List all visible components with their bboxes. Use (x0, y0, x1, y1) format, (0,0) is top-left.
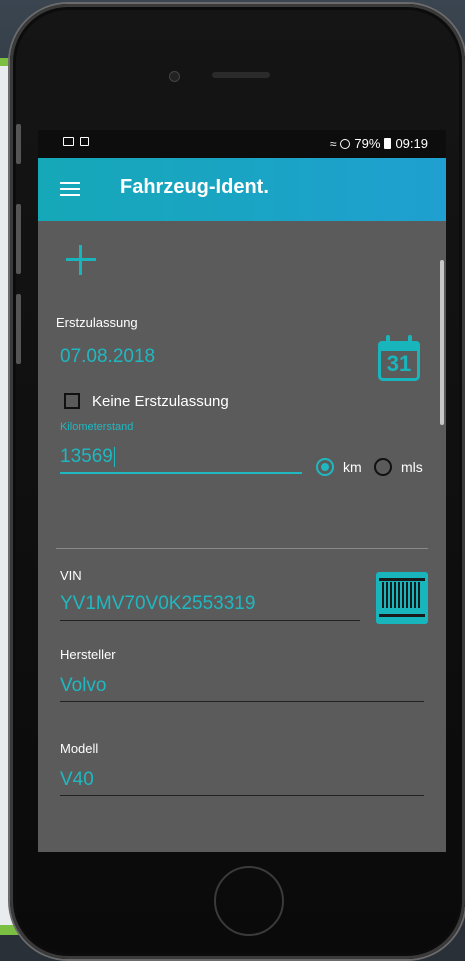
vin-value[interactable]: YV1MV70V0K2553319 (60, 593, 255, 615)
phone-silent-switch (16, 124, 21, 164)
calendar-icon[interactable]: 31 (378, 335, 426, 383)
app-screen: ≈ 79% 09:19 Fahrzeug-Ident. Erstzulassun… (38, 130, 446, 852)
status-bar: ≈ 79% 09:19 (38, 130, 446, 158)
phone-volume-down (16, 294, 21, 364)
unit-km-radio[interactable] (316, 458, 334, 476)
keine-erstzulassung-checkbox[interactable] (64, 393, 80, 409)
kilometerstand-label: Kilometerstand (60, 421, 134, 433)
front-camera (169, 71, 180, 82)
add-icon[interactable] (66, 245, 96, 275)
hamburger-menu-icon[interactable] (60, 182, 80, 196)
vin-underline (60, 620, 360, 621)
battery-icon (384, 138, 392, 149)
clock: 09:19 (395, 136, 428, 151)
text-caret (113, 446, 116, 467)
unit-mls-label[interactable]: mls (401, 459, 423, 475)
unit-mls-radio[interactable] (374, 458, 392, 476)
unit-km-label[interactable]: km (343, 459, 362, 475)
screenshot-icon (80, 137, 89, 146)
earpiece-speaker (212, 72, 270, 78)
home-button[interactable] (214, 866, 284, 936)
do-not-disturb-icon (340, 138, 351, 149)
erstzulassung-value[interactable]: 07.08.2018 (60, 346, 155, 368)
vin-label: VIN (60, 568, 82, 583)
app-bar: Fahrzeug-Ident. (38, 158, 446, 221)
hersteller-label: Hersteller (60, 647, 116, 662)
kilometerstand-value: 13569 (60, 446, 113, 467)
phone-volume-up (16, 204, 21, 274)
hersteller-underline (60, 701, 424, 702)
calendar-day: 31 (386, 351, 412, 376)
keine-erstzulassung-label[interactable]: Keine Erstzulassung (92, 393, 229, 410)
erstzulassung-label: Erstzulassung (56, 315, 138, 330)
battery-percent: 79% (354, 136, 381, 151)
barcode-scan-icon[interactable] (376, 572, 428, 624)
page-title: Fahrzeug-Ident. (120, 176, 269, 198)
hersteller-value[interactable]: Volvo (60, 675, 106, 697)
wifi-icon: ≈ (329, 136, 337, 151)
modell-underline (60, 795, 424, 796)
gallery-icon (63, 137, 74, 146)
section-divider (56, 548, 428, 549)
modell-label: Modell (60, 741, 99, 756)
kilometerstand-input[interactable]: 13569 (60, 446, 302, 474)
scroll-indicator[interactable] (440, 260, 444, 425)
modell-value[interactable]: V40 (60, 769, 94, 791)
